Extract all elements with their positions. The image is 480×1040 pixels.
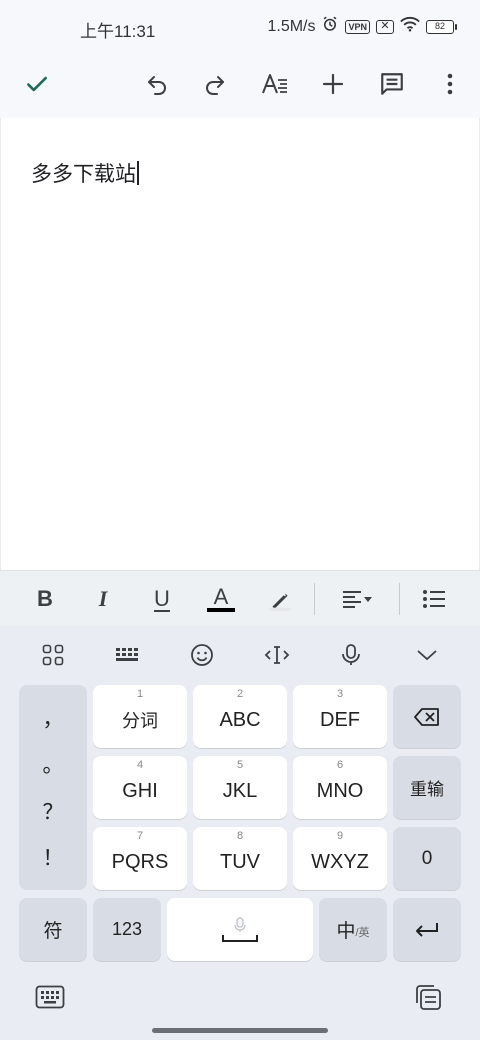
format-bar: B I U A <box>0 570 480 626</box>
key-number: 1 <box>136 688 144 700</box>
document-text-line[interactable]: 多多下载站 <box>31 158 139 188</box>
key-3[interactable]: 3 DEF <box>293 685 387 748</box>
collapse-icon[interactable] <box>405 638 449 672</box>
key-label: PQRS <box>111 851 169 873</box>
zero-label: 0 <box>421 847 433 869</box>
format-divider <box>314 583 315 615</box>
underline-button[interactable]: U <box>140 577 184 621</box>
keyboard-layout-icon[interactable] <box>105 638 149 672</box>
enter-key[interactable] <box>393 898 461 961</box>
key-number: 6 <box>336 759 344 771</box>
cursor-move-icon[interactable] <box>255 638 299 672</box>
check-icon[interactable] <box>15 62 59 106</box>
language-main-label: 中 <box>336 921 356 942</box>
key-8[interactable]: 8 TUV <box>193 827 287 890</box>
key-label: TUV <box>220 851 260 873</box>
editor-toolbar <box>0 52 480 118</box>
clipboard-icon[interactable] <box>406 980 450 1014</box>
key-5[interactable]: 5 JKL <box>193 756 287 819</box>
redo-icon[interactable] <box>193 62 237 106</box>
text-color-label: A <box>213 584 229 609</box>
key-6[interactable]: 6 MNO <box>293 756 387 819</box>
key-number: 3 <box>336 688 344 700</box>
key-label: MNO <box>316 780 364 802</box>
home-indicator[interactable] <box>152 1028 328 1033</box>
key-number: 5 <box>236 759 244 771</box>
format-divider <box>399 583 400 615</box>
highlight-icon[interactable] <box>258 577 302 621</box>
wifi-icon <box>400 16 420 37</box>
symbols-label: 符 <box>43 921 63 942</box>
status-indicators: 1.5M/s VPN ✕ 82 <box>267 15 457 38</box>
key-number: 2 <box>236 688 244 700</box>
voice-icon[interactable] <box>329 638 373 672</box>
text-color-button[interactable]: A <box>199 577 243 621</box>
punctuation-column: ， 。 ？ ！ <box>19 685 87 890</box>
key-number: 9 <box>336 830 344 842</box>
emoji-icon[interactable] <box>180 638 224 672</box>
key-9[interactable]: 9 WXYZ <box>293 827 387 890</box>
key-label: ABC <box>219 709 261 731</box>
more-vert-icon[interactable] <box>428 62 472 106</box>
zero-key[interactable]: 0 <box>393 827 461 890</box>
align-left-icon <box>343 591 361 608</box>
enter-icon <box>416 922 438 937</box>
key-2[interactable]: 2 ABC <box>193 685 287 748</box>
numbers-label: 123 <box>111 919 143 939</box>
network-speed: 1.5M/s <box>267 17 316 35</box>
document-body[interactable]: 多多下载站 <box>0 118 480 570</box>
undo-icon[interactable] <box>135 62 179 106</box>
space-bar-icon <box>222 934 258 942</box>
italic-button[interactable]: I <box>81 577 125 621</box>
grid-menu-icon[interactable] <box>31 638 75 672</box>
language-switch-key[interactable]: 中 /英 <box>319 898 387 961</box>
retype-label: 重输 <box>410 780 444 799</box>
key-number: 4 <box>136 759 144 771</box>
comma-key[interactable]: ， <box>43 703 64 733</box>
dropdown-arrow-icon <box>364 597 372 602</box>
key-7[interactable]: 7 PQRS <box>93 827 187 890</box>
bold-label: B <box>37 586 53 611</box>
italic-label: I <box>98 586 108 611</box>
alarm-icon <box>321 15 339 38</box>
key-4[interactable]: 4 GHI <box>93 756 187 819</box>
key-label: 分词 <box>122 710 158 731</box>
symbols-key[interactable]: 符 <box>19 898 87 961</box>
battery-icon: 82 <box>426 19 457 34</box>
bold-button[interactable]: B <box>23 577 67 621</box>
retype-key[interactable]: 重输 <box>393 756 461 819</box>
insert-icon[interactable] <box>311 62 355 106</box>
question-key[interactable]: ？ <box>43 796 64 826</box>
ime-keyboard: ， 。 ？ ！ 1 分词 2 ABC 3 DEF 4 GHI 5 JKL 6 M… <box>0 626 480 1040</box>
text-cursor <box>137 161 139 185</box>
period-key[interactable]: 。 <box>43 749 64 779</box>
bulleted-list-icon[interactable] <box>412 577 456 621</box>
underline-label: U <box>154 586 170 611</box>
backspace-icon <box>414 707 439 726</box>
text-format-icon[interactable] <box>253 62 297 106</box>
language-sub-label: /英 <box>355 926 370 939</box>
align-dropdown[interactable] <box>333 577 381 621</box>
key-label: WXYZ <box>311 851 369 873</box>
numbers-key[interactable]: 123 <box>93 898 161 961</box>
space-key[interactable] <box>167 898 313 961</box>
key-label: JKL <box>222 780 258 802</box>
sim-off-icon: ✕ <box>376 19 394 34</box>
status-time: 上午11:31 <box>80 22 156 41</box>
document-text[interactable]: 多多下载站 <box>31 158 136 188</box>
key-number: 7 <box>136 830 144 842</box>
space-voice-icon <box>234 916 246 932</box>
keyboard-switch-icon[interactable] <box>28 980 72 1014</box>
text-color-swatch <box>207 608 235 612</box>
vpn-icon: VPN <box>345 19 370 34</box>
key-1[interactable]: 1 分词 <box>93 685 187 748</box>
exclamation-key[interactable]: ！ <box>43 842 64 872</box>
status-bar: 上午11:31 1.5M/s VPN ✕ 82 <box>0 0 480 52</box>
key-label: GHI <box>122 780 158 802</box>
key-label: DEF <box>320 709 360 731</box>
key-number: 8 <box>236 830 244 842</box>
comment-icon[interactable] <box>370 62 414 106</box>
backspace-key[interactable] <box>393 685 461 748</box>
